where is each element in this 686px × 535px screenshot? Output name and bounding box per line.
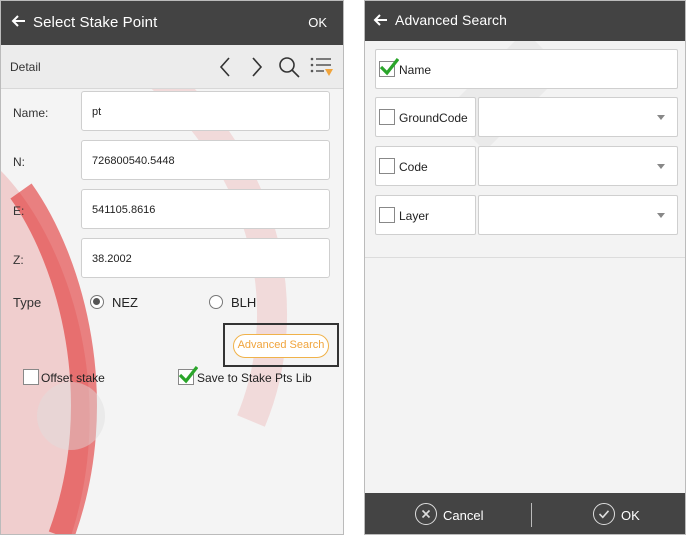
save-to-lib-checkbox[interactable] xyxy=(178,366,198,385)
list-filter-icon[interactable] xyxy=(309,55,335,79)
name-criterion-label: Name xyxy=(399,63,432,77)
chevron-right-icon[interactable] xyxy=(243,55,269,79)
nez-radio[interactable] xyxy=(90,295,104,309)
checkmark-icon xyxy=(178,366,198,384)
title-bar: Select Stake Point OK xyxy=(1,1,343,45)
search-icon[interactable] xyxy=(276,55,302,79)
divider xyxy=(365,257,685,258)
chevron-left-icon[interactable] xyxy=(213,55,239,79)
layer-select[interactable] xyxy=(478,195,678,235)
name-checkbox[interactable] xyxy=(379,58,399,77)
cancel-button[interactable]: Cancel xyxy=(415,503,505,527)
detail-label: Detail xyxy=(10,60,41,74)
advanced-search-screen: Advanced Search Name GroundCode Code Lay… xyxy=(364,0,686,535)
dropdown-arrow-icon xyxy=(657,164,665,169)
n-label: N: xyxy=(13,155,25,169)
n-field[interactable]: 726800540.5448 xyxy=(81,140,330,180)
dropdown-arrow-icon xyxy=(657,213,665,218)
checkmark-icon xyxy=(379,58,399,76)
ok-button[interactable]: OK xyxy=(308,15,327,30)
name-field[interactable]: pt xyxy=(81,91,330,131)
layer-criterion-label: Layer xyxy=(399,209,430,223)
nez-radio-label: NEZ xyxy=(112,295,138,310)
code-criterion-label: Code xyxy=(399,160,428,174)
groundcode-criterion-label: GroundCode xyxy=(399,111,468,125)
dropdown-arrow-icon xyxy=(657,115,665,120)
e-label: E: xyxy=(13,204,25,218)
groundcode-checkbox[interactable] xyxy=(379,109,395,125)
e-field[interactable]: 541105.8616 xyxy=(81,189,330,229)
check-circle-icon xyxy=(593,503,615,525)
layer-checkbox[interactable] xyxy=(379,207,395,223)
page-title: Select Stake Point xyxy=(33,14,158,31)
groundcode-select[interactable] xyxy=(478,97,678,137)
ok-button[interactable]: OK xyxy=(593,503,653,527)
name-label: Name: xyxy=(13,106,49,120)
ok-label: OK xyxy=(621,508,640,523)
select-stake-point-screen: Select Stake Point OK Detail Name: pt N:… xyxy=(0,0,344,535)
button-separator xyxy=(531,503,532,527)
cancel-label: Cancel xyxy=(443,508,484,523)
back-arrow-icon[interactable] xyxy=(9,11,29,31)
cancel-icon xyxy=(415,503,437,525)
code-select[interactable] xyxy=(478,146,678,186)
detail-toolbar: Detail xyxy=(1,45,343,89)
type-label: Type xyxy=(13,295,42,310)
offset-stake-checkbox[interactable] xyxy=(23,369,39,385)
offset-stake-label: Offset stake xyxy=(41,371,105,385)
z-field[interactable]: 38.2002 xyxy=(81,238,330,278)
bottom-action-bar: Cancel OK xyxy=(365,493,685,534)
page-title: Advanced Search xyxy=(395,12,508,28)
advanced-search-button[interactable]: Advanced Search xyxy=(233,334,329,358)
code-checkbox[interactable] xyxy=(379,158,395,174)
back-arrow-icon[interactable] xyxy=(371,10,391,30)
save-to-lib-label: Save to Stake Pts Lib xyxy=(197,371,312,385)
z-label: Z: xyxy=(13,253,24,267)
blh-radio-label: BLH xyxy=(231,295,257,310)
title-bar: Advanced Search xyxy=(365,1,685,41)
blh-radio[interactable] xyxy=(209,295,223,309)
